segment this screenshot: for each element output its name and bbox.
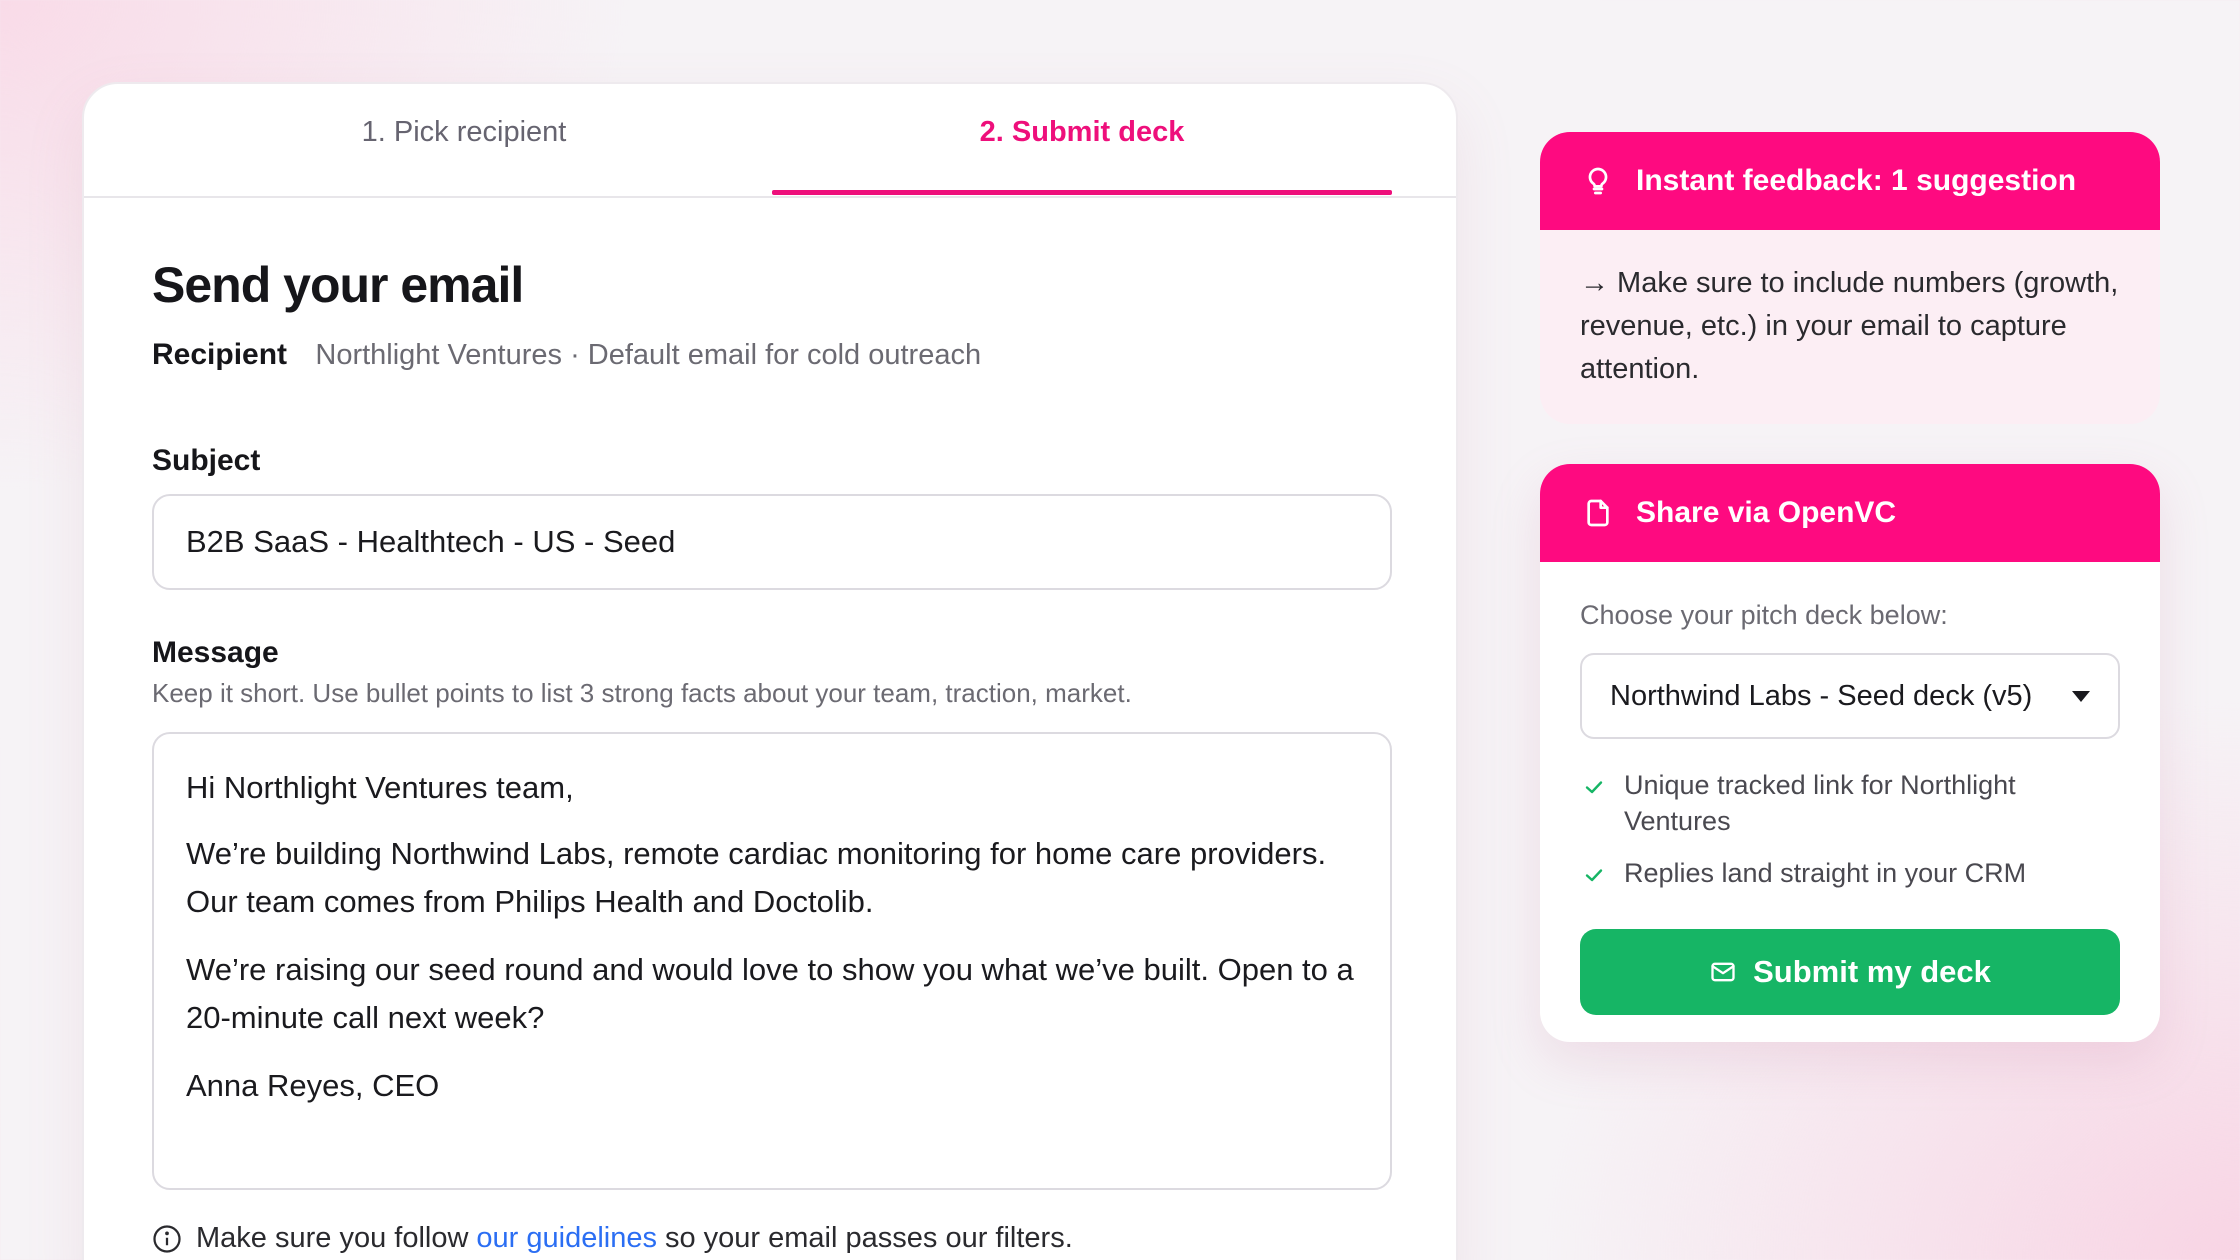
message-paragraph: We’re building Northwind Labs, remote ca… <box>186 836 1327 919</box>
share-title: Share via OpenVC <box>1636 496 1897 529</box>
message-label: Message <box>152 636 279 669</box>
recipient-row: Recipient Northlight Ventures · Default … <box>152 338 981 372</box>
subject-label: Subject <box>152 444 261 477</box>
submit-deck-button[interactable]: Submit my deck <box>1580 929 2120 1015</box>
tab-submit-deck[interactable]: 2. Submit deck <box>772 118 1392 198</box>
guideline-prefix: Make sure you follow <box>196 1222 469 1254</box>
message-textarea[interactable]: Hi Northlight Ventures team, We’re build… <box>152 732 1392 1190</box>
mail-icon <box>1711 962 1735 982</box>
step-tabs: 1. Pick recipient 2. Submit deck <box>84 84 1456 198</box>
document-icon <box>1587 499 1609 527</box>
active-tab-indicator <box>772 190 1392 195</box>
feedback-header: Instant feedback: 1 suggestion <box>1540 132 2160 230</box>
recipient-value: Northlight Ventures · Default email for … <box>315 339 982 371</box>
benefit-text: Unique tracked link for Northlight Ventu… <box>1624 770 2016 836</box>
feedback-panel: Instant feedback: 1 suggestion → Make su… <box>1540 132 2160 424</box>
benefit-text: Replies land straight in your CRM <box>1624 858 2027 888</box>
email-card: 1. Pick recipient 2. Submit deck Send yo… <box>82 82 1458 1260</box>
guideline-note: Make sure you follow our guidelines so y… <box>152 1222 1073 1255</box>
pitch-deck-select[interactable]: Northwind Labs - Seed deck (v5) <box>1580 653 2120 739</box>
page-title: Send your email <box>152 257 524 313</box>
guideline-suffix: so your email passes our filters. <box>664 1222 1073 1254</box>
feedback-suggestion: → Make sure to include numbers (growth, … <box>1580 267 2119 385</box>
recipient-label: Recipient <box>152 338 288 371</box>
message-paragraph: We’re raising our seed round and would l… <box>186 952 1354 1035</box>
info-icon <box>153 1224 181 1253</box>
subject-input[interactable] <box>152 494 1392 590</box>
message-hint: Keep it short. Use bullet points to list… <box>152 678 1132 708</box>
selected-deck: Northwind Labs - Seed deck (v5) <box>1610 679 2033 712</box>
benefit-item: Unique tracked link for Northlight Ventu… <box>1580 767 2120 839</box>
check-icon <box>1585 869 1603 882</box>
lightbulb-icon <box>1588 167 1608 195</box>
share-panel: Share via OpenVC Choose your pitch deck … <box>1540 464 2160 1042</box>
message-greeting: Hi Northlight Ventures team, <box>186 770 574 805</box>
message-signature: Anna Reyes, CEO <box>186 1068 440 1103</box>
check-icon <box>1585 781 1603 794</box>
share-header: Share via OpenVC <box>1540 464 2160 562</box>
chevron-down-icon <box>2072 690 2090 702</box>
benefit-item: Replies land straight in your CRM <box>1580 855 2120 891</box>
feedback-title: Instant feedback: 1 suggestion <box>1636 164 2077 197</box>
guidelines-link[interactable]: our guidelines <box>476 1222 657 1255</box>
submit-deck-label: Submit my deck <box>1753 954 1991 989</box>
tab-pick-recipient[interactable]: 1. Pick recipient <box>154 118 774 198</box>
choose-deck-label: Choose your pitch deck below: <box>1580 600 1948 630</box>
